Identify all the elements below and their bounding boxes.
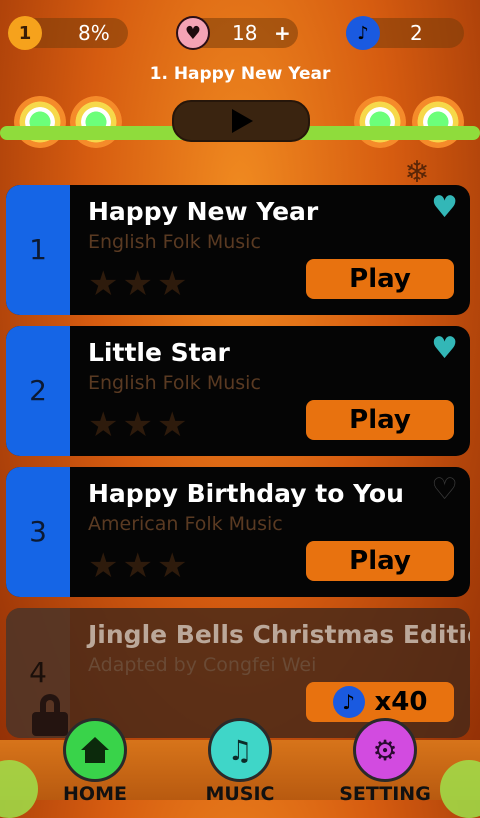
- music-note-icon: ♫: [208, 718, 272, 782]
- music-note-icon: ♪: [346, 16, 380, 50]
- add-lives-button[interactable]: +: [274, 21, 291, 45]
- star-icon: ★: [156, 405, 188, 445]
- now-playing-title: 1. Happy New Year: [149, 64, 331, 84]
- main-play-button[interactable]: [172, 100, 310, 142]
- play-button[interactable]: Play: [306, 259, 454, 299]
- song-subtitle: American Folk Music: [88, 513, 283, 535]
- favorite-heart-outline-icon[interactable]: ♡: [431, 475, 458, 505]
- gear-icon: ⚙: [353, 718, 417, 782]
- star-icon: ★: [122, 546, 153, 586]
- rainbow-decoration: [14, 96, 66, 148]
- nav-setting-label: SETTING: [339, 783, 431, 805]
- song-index: 4: [29, 656, 47, 689]
- unlock-cost: x40: [374, 687, 428, 717]
- play-button[interactable]: Play: [306, 400, 454, 440]
- song-subtitle: Adapted by Congfei Wei: [88, 654, 317, 676]
- star-rating: ★ ★ ★: [88, 267, 187, 301]
- star-icon: ★: [156, 546, 188, 586]
- star-icon: ★: [156, 264, 188, 304]
- heart-icon: ♥: [176, 16, 210, 50]
- home-icon: [63, 718, 127, 782]
- song-index: 2: [29, 374, 47, 407]
- nav-music-label: MUSIC: [205, 783, 275, 805]
- song-title: Happy New Year: [88, 197, 319, 226]
- rainbow-decoration: [70, 96, 122, 148]
- rainbow-decoration: [412, 96, 464, 148]
- song-card: 1 Happy New Year English Folk Music ★ ★ ★ …: [6, 185, 470, 315]
- rainbow-decoration: [354, 96, 406, 148]
- song-index: 1: [29, 233, 47, 266]
- song-title: Happy Birthday to You: [88, 479, 404, 508]
- star-icon: ★: [122, 264, 153, 304]
- song-index-tab: 1: [6, 185, 70, 315]
- star-icon: ★: [88, 405, 119, 445]
- favorite-heart-icon[interactable]: ♥: [431, 193, 458, 223]
- song-card: 3 Happy Birthday to You American Folk Mu…: [6, 467, 470, 597]
- play-icon: [232, 109, 253, 133]
- song-index-tab: 2: [6, 326, 70, 456]
- song-title: Little Star: [88, 338, 230, 367]
- nav-setting[interactable]: ⚙ SETTING: [335, 718, 435, 805]
- play-button[interactable]: Play: [306, 541, 454, 581]
- song-subtitle: English Folk Music: [88, 372, 261, 394]
- favorite-heart-icon[interactable]: ♥: [431, 334, 458, 364]
- nav-home[interactable]: HOME: [45, 718, 145, 805]
- star-rating: ★ ★ ★: [88, 549, 187, 583]
- song-title: Jingle Bells Christmas Edition: [88, 620, 470, 649]
- level-badge: 1: [8, 16, 42, 50]
- song-subtitle: English Folk Music: [88, 231, 261, 253]
- top-bar: 8% 1 18 + ♥ 2 ♪: [0, 0, 480, 64]
- star-rating: ★ ★ ★: [88, 408, 187, 442]
- star-icon: ★: [122, 405, 153, 445]
- song-card: 2 Little Star English Folk Music ★ ★ ★ ♥ P…: [6, 326, 470, 456]
- notes-count: 2: [410, 21, 423, 45]
- lives-count: 18: [232, 21, 258, 45]
- song-index: 3: [29, 515, 47, 548]
- unlock-button[interactable]: ♪ x40: [306, 682, 454, 722]
- nav-home-label: HOME: [63, 783, 127, 805]
- music-note-icon: ♪: [332, 686, 365, 718]
- progress-text: 8%: [78, 21, 110, 45]
- star-icon: ★: [88, 264, 119, 304]
- nav-music[interactable]: ♫ MUSIC: [190, 718, 290, 805]
- star-icon: ★: [88, 546, 119, 586]
- song-index-tab: 3: [6, 467, 70, 597]
- level-number: 1: [18, 22, 32, 44]
